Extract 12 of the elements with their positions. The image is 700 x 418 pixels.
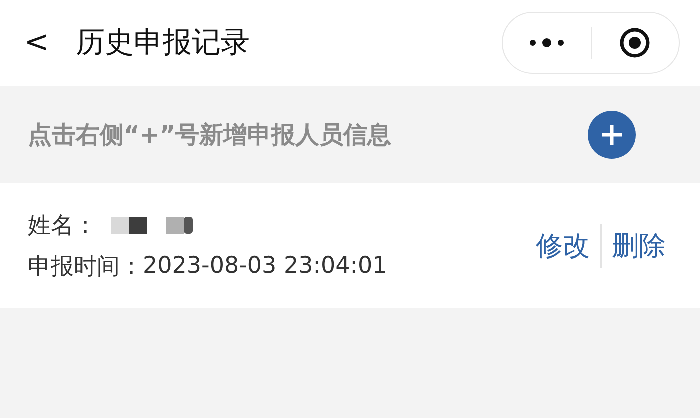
target-icon: [619, 27, 652, 59]
report-time: 2023-08-03 23:04:01: [143, 253, 388, 279]
page-title: 历史申报记录: [76, 24, 251, 61]
time-label: 申报时间：: [28, 252, 143, 282]
back-button[interactable]: <: [22, 28, 52, 58]
name-label: 姓名：: [28, 212, 97, 240]
edit-link[interactable]: 修改: [532, 228, 594, 264]
add-button[interactable]: [588, 110, 636, 158]
more-icon: [528, 37, 565, 49]
plus-icon: [600, 122, 624, 146]
hint-text: 点击右侧“+”号新增申报人员信息: [28, 120, 393, 150]
delete-link[interactable]: 删除: [608, 228, 670, 264]
